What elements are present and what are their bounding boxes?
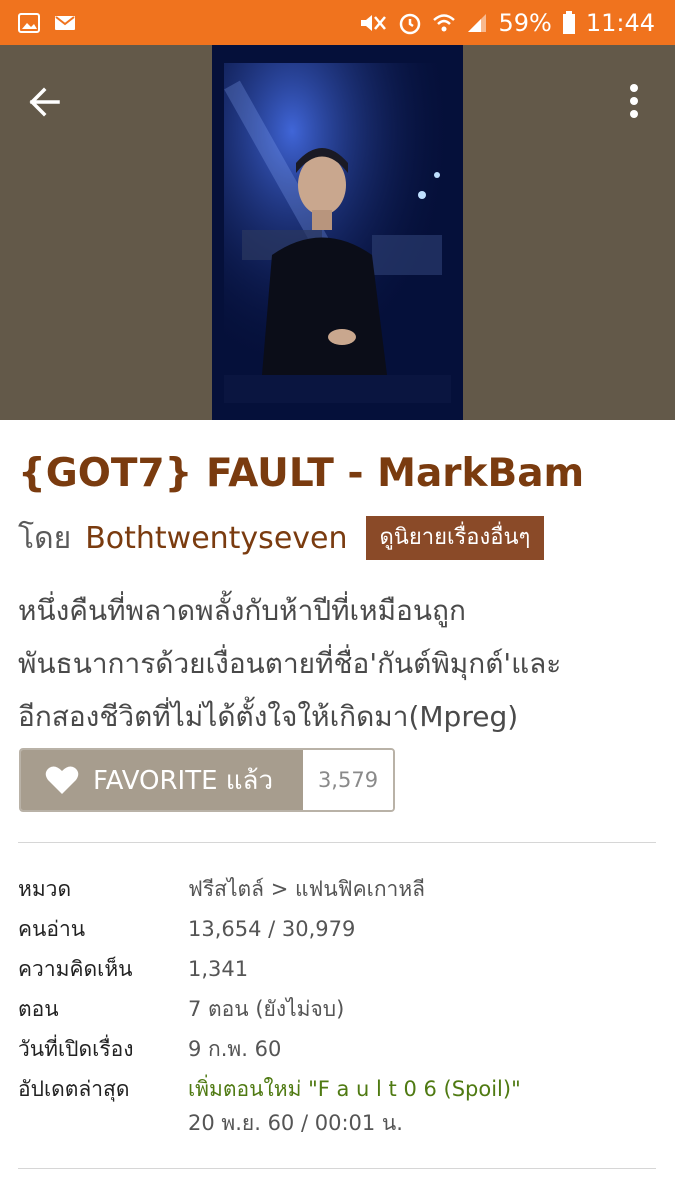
mail-icon [55, 15, 75, 30]
battery-icon [562, 10, 575, 34]
category-link[interactable]: ฟรีสไตล์ > แฟนฟิคเกาหลี [188, 872, 425, 906]
info-label: ความคิดเห็น [18, 957, 133, 981]
battery-percent: 59% [498, 8, 552, 37]
favorite-widget: FAVORITE แล้ว 3,579 [19, 748, 395, 812]
back-arrow-icon[interactable] [22, 79, 68, 125]
info-label: คนอ่าน [18, 917, 86, 941]
info-label: วันที่เปิดเรื่อง [18, 1037, 134, 1061]
heart-icon [45, 766, 79, 794]
by-label: โดย [18, 520, 72, 556]
info-row-comments: ความคิดเห็น 1,341 [18, 952, 658, 992]
wifi-icon [433, 13, 456, 31]
info-value: 7 ตอน (ยังไม่จบ) [188, 997, 345, 1021]
signal-icon [468, 13, 487, 32]
story-title: {GOT7} FAULT - MarkBam [18, 451, 585, 496]
more-vertical-icon[interactable] [614, 79, 654, 125]
info-row-category: หมวด ฟรีสไตล์ > แฟนฟิคเกาหลี [18, 872, 658, 912]
info-value: 13,654 / 30,979 [188, 917, 356, 941]
alarm-icon [400, 13, 421, 34]
status-bar: 59% 11:44 [0, 0, 675, 45]
info-label: อัปเดตล่าสุด [18, 1077, 130, 1101]
divider [18, 842, 656, 843]
info-row-opened: วันที่เปิดเรื่อง 9 ก.พ. 60 [18, 1032, 658, 1072]
info-label: ตอน [18, 997, 59, 1021]
description-line: พันธนาการด้วยเงื่อนตายที่ชื่อ'กันต์พิมุก… [18, 647, 562, 680]
update-timestamp: 20 พ.ย. 60 / 00:01 น. [188, 1111, 403, 1135]
favorite-button[interactable]: FAVORITE แล้ว [21, 750, 303, 810]
description-line: อีกสองชีวิตที่ไม่ได้ตั้งใจให้เกิดมา(Mpre… [18, 700, 519, 733]
info-row-chapters: ตอน 7 ตอน (ยังไม่จบ) [18, 992, 658, 1032]
cover-header [0, 45, 675, 420]
info-value: 9 ก.พ. 60 [188, 1037, 282, 1061]
cover-image [212, 45, 463, 420]
info-row-readers: คนอ่าน 13,654 / 30,979 [18, 912, 658, 952]
story-description: หนึ่งคืนที่พลาดพลั้งกับห้าปีที่เหมือนถูก… [18, 584, 658, 743]
clock: 11:44 [585, 8, 655, 37]
mute-icon [361, 14, 387, 31]
latest-chapter-link[interactable]: เพิ่มตอนใหม่ "F a u l t 0 6 (Spoil)" [188, 1072, 521, 1106]
info-row-updated: อัปเดตล่าสุด เพิ่มตอนใหม่ "F a u l t 0 6… [18, 1072, 658, 1152]
description-line: หนึ่งคืนที่พลาดพลั้งกับห้าปีที่เหมือนถูก [18, 594, 466, 627]
story-info: หมวด ฟรีสไตล์ > แฟนฟิคเกาหลี คนอ่าน 13,6… [18, 872, 658, 1152]
info-label: หมวด [18, 877, 72, 901]
favorite-count: 3,579 [303, 750, 393, 810]
author-row: โดย Bothtwentyseven ดูนิยายเรื่องอื่นๆ [18, 515, 545, 561]
author-link[interactable]: Bothtwentyseven [85, 521, 347, 556]
divider [18, 1168, 656, 1169]
favorite-label: FAVORITE แล้ว [93, 765, 274, 796]
more-stories-button[interactable]: ดูนิยายเรื่องอื่นๆ [365, 516, 545, 560]
info-value: 1,341 [188, 957, 249, 981]
image-icon [18, 12, 40, 33]
